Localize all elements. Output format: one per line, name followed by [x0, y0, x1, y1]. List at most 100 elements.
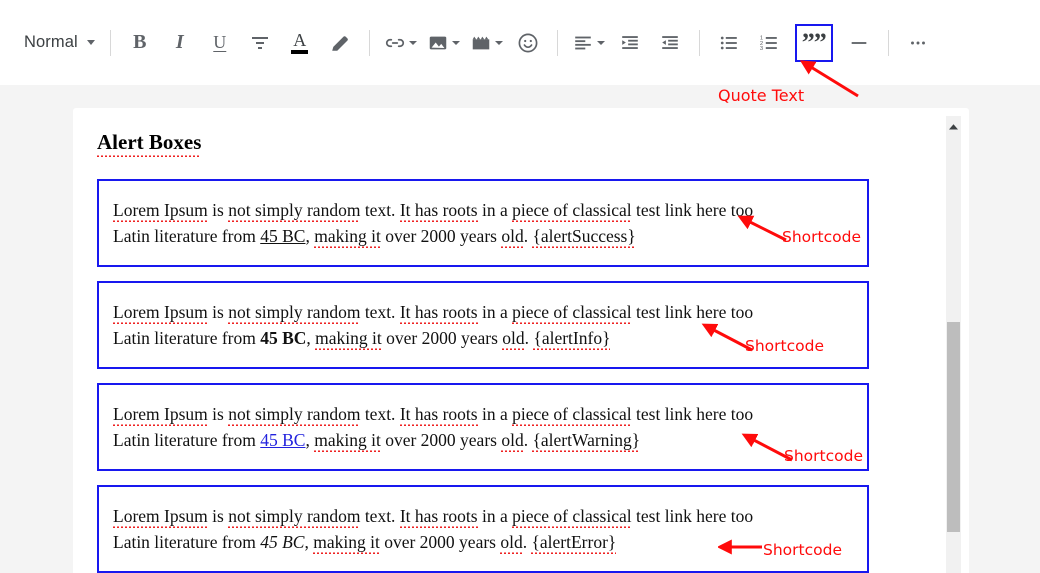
alert-text-seg: over 2000 years [380, 430, 502, 450]
italic-icon: I [175, 31, 184, 53]
chevron-down-icon [494, 40, 503, 45]
alert-text-seg: not simply random [228, 506, 361, 528]
alert-shortcode: {alertSuccess} [532, 226, 636, 248]
alert-text-seg: , [306, 328, 316, 348]
emoji-icon [518, 33, 538, 52]
alert-text-seg: It has roots [399, 506, 478, 528]
alert-date: 45 BC [260, 532, 305, 552]
alert-text-seg: test link here too [631, 506, 754, 526]
chevron-down-icon [451, 40, 460, 45]
alert-text-seg: test link here too [631, 404, 754, 424]
toolbar-divider [368, 29, 370, 56]
increase-indent-button[interactable] [615, 28, 645, 58]
alert-text-seg: is [207, 200, 229, 220]
more-options-icon [910, 41, 925, 44]
alert-text-seg: Lorem Ipsum [113, 200, 208, 222]
alert-date-link[interactable]: 45 BC [260, 430, 305, 450]
alert-text-seg: in a [477, 506, 513, 526]
editor-toolbar: Normal B I U A 1 2 3 ”” [0, 0, 1040, 85]
text-color-button[interactable]: A [285, 28, 315, 58]
alert-text-seg: test link here too [631, 200, 754, 220]
alert-text-seg: text. [360, 506, 400, 526]
alert-text-seg: not simply random [228, 302, 361, 324]
paragraph-style-value: Normal [24, 33, 78, 51]
alert-text-seg: in a [477, 302, 513, 322]
link-icon [385, 38, 404, 47]
paragraph-style-select[interactable]: Normal [14, 30, 101, 55]
alert-shortcode: {alertInfo} [533, 328, 611, 350]
alert-text-seg: old [500, 532, 523, 554]
alert-text-seg: over 2000 years [380, 226, 502, 246]
toolbar-divider [698, 29, 700, 56]
decrease-indent-button[interactable] [655, 28, 685, 58]
alert-text-seg: It has roots [399, 302, 478, 324]
quote-icon: ”” [801, 27, 827, 57]
alert-box-success[interactable]: Lorem Ipsum is not simply random text. I… [97, 179, 869, 267]
scroll-up-button[interactable] [946, 120, 961, 134]
bulleted-list-button[interactable] [714, 28, 744, 58]
horizontal-rule-icon [851, 41, 867, 44]
alert-text-seg: piece of classical [512, 404, 632, 426]
numbered-list-icon: 1 2 3 [760, 35, 777, 51]
alert-text-seg: is [207, 404, 229, 424]
image-icon [429, 36, 447, 49]
bold-button[interactable]: B [125, 28, 155, 58]
alert-box-info[interactable]: Lorem Ipsum is not simply random text. I… [97, 281, 869, 369]
strikethrough-button[interactable] [245, 28, 275, 58]
alert-text-seg: Latin literature from [113, 328, 261, 348]
indent-decrease-icon [661, 35, 678, 49]
insert-video-button[interactable] [470, 28, 503, 58]
alert-text-seg: making it [314, 430, 381, 452]
numbered-list-button[interactable]: 1 2 3 [754, 28, 784, 58]
strikethrough-icon [251, 36, 268, 49]
align-left-icon [574, 36, 591, 49]
alert-text-seg: old [501, 430, 524, 452]
more-options-button[interactable] [903, 28, 933, 58]
chevron-down-icon [86, 40, 95, 45]
alert-text-seg: is [207, 302, 229, 322]
alert-text: Lorem Ipsum is not simply random text. I… [113, 503, 849, 555]
alert-text-seg: piece of classical [512, 200, 632, 222]
underline-icon: U [213, 32, 227, 52]
toolbar-divider [556, 29, 558, 56]
alert-text-seg: test link here too [631, 302, 754, 322]
blockquote-button[interactable]: ”” [794, 23, 833, 62]
alert-text-seg: It has roots [399, 200, 478, 222]
text-align-button[interactable] [572, 28, 605, 58]
insert-emoji-button[interactable] [513, 28, 543, 58]
underline-button[interactable]: U [205, 28, 235, 58]
insert-link-button[interactable] [384, 28, 417, 58]
alert-text-seg: Latin literature from [113, 430, 261, 450]
alert-text-seg: , [304, 532, 314, 552]
alert-box-error[interactable]: Lorem Ipsum is not simply random text. I… [97, 485, 869, 573]
italic-button[interactable]: I [165, 28, 195, 58]
alert-text-seg: making it [314, 226, 381, 248]
quote-text-annotation: Quote Text [718, 86, 805, 105]
video-icon [472, 36, 490, 49]
alert-text: Lorem Ipsum is not simply random text. I… [113, 197, 849, 249]
vertical-scrollbar[interactable] [946, 116, 961, 573]
alert-date: 45 BC [260, 226, 306, 246]
indent-increase-icon [621, 35, 638, 49]
page-title: Alert Boxes [97, 130, 202, 157]
alert-text-seg: old [502, 328, 525, 350]
alert-shortcode: {alertError} [531, 532, 617, 554]
bold-icon: B [133, 31, 147, 53]
alert-text-seg: Lorem Ipsum [113, 302, 208, 324]
alert-text-seg: , [305, 430, 315, 450]
alert-text-seg: text. [360, 200, 400, 220]
alert-text-seg: making it [313, 532, 380, 554]
alert-box-warning[interactable]: Lorem Ipsum is not simply random text. I… [97, 383, 869, 471]
alert-text-seg: piece of classical [512, 506, 632, 528]
alert-text-seg: not simply random [228, 200, 361, 222]
alert-shortcode: {alertWarning} [532, 430, 641, 452]
scrollbar-thumb[interactable] [947, 322, 960, 532]
highlight-button[interactable] [325, 28, 355, 58]
svg-text:3: 3 [760, 45, 763, 51]
insert-image-button[interactable] [427, 28, 460, 58]
chevron-down-icon [596, 40, 605, 45]
document-body[interactable]: Alert Boxes Lorem Ipsum is not simply ra… [73, 108, 939, 573]
document-page: Alert Boxes Lorem Ipsum is not simply ra… [73, 108, 969, 573]
alert-text-seg: over 2000 years [379, 532, 501, 552]
horizontal-rule-button[interactable] [844, 28, 874, 58]
